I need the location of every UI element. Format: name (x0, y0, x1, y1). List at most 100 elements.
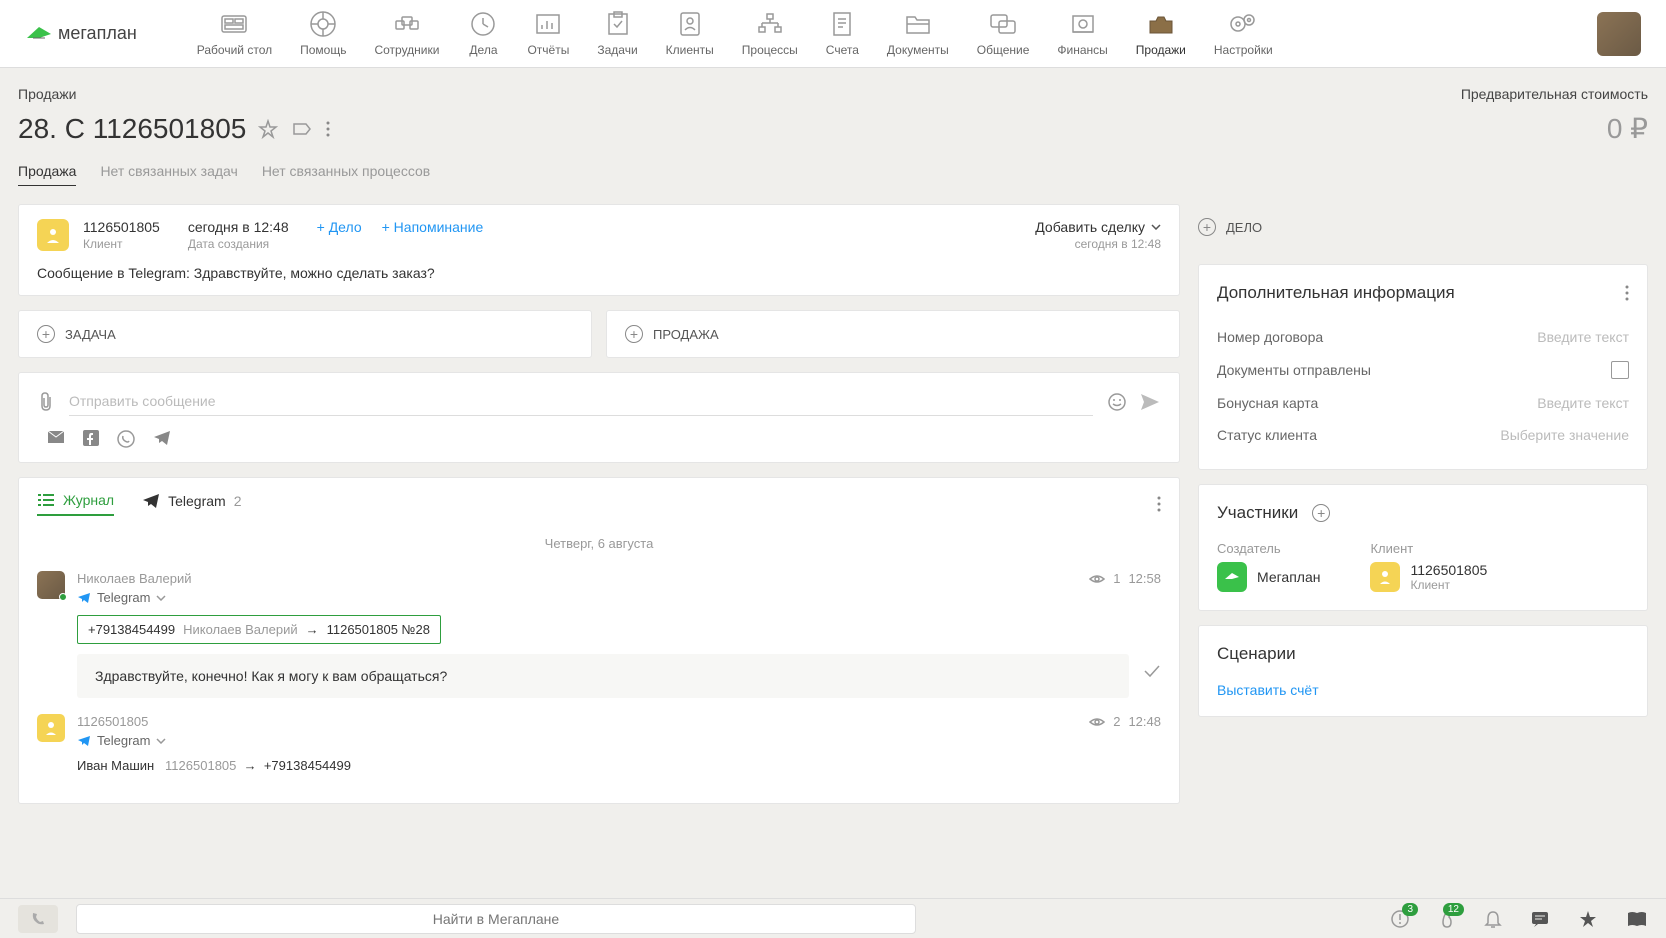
price: 0 ₽ (1607, 112, 1648, 145)
nav: Рабочий стол Помощь Сотрудники Дела Отчё… (197, 10, 1273, 57)
creator-item[interactable]: Мегаплан (1217, 562, 1320, 592)
search-input[interactable] (76, 904, 916, 934)
field-input[interactable]: Введите текст (1537, 395, 1629, 411)
feed-more-icon[interactable] (1157, 495, 1161, 513)
feed-entry: 1126501805 2 12:48 Telegram (37, 714, 1161, 773)
bell-button[interactable] (1484, 909, 1502, 929)
bottom-bar: 3 12 (0, 898, 1666, 938)
user-avatar[interactable] (1597, 12, 1641, 56)
entry-author[interactable]: Николаев Валерий (77, 571, 191, 586)
checkbox[interactable] (1611, 361, 1629, 379)
field-label: Документы отправлены (1217, 362, 1371, 378)
tag-icon[interactable] (292, 121, 312, 137)
add-reminder-link[interactable]: + Напоминание (382, 219, 484, 251)
telegram-icon[interactable] (153, 430, 171, 446)
messages-button[interactable] (1530, 910, 1550, 928)
nav-sales[interactable]: Продажи (1136, 10, 1186, 57)
contact-box: +79138454499 Николаев Валерий → 11265018… (77, 615, 441, 644)
telegram-icon (77, 735, 91, 747)
send-icon[interactable] (1139, 392, 1161, 412)
feed-tab-journal[interactable]: Журнал (37, 492, 114, 516)
contact-line: Иван Машин 1126501805 → +79138454499 (77, 758, 1161, 773)
client-item[interactable]: 1126501805 Клиент (1370, 562, 1487, 592)
nav-clients[interactable]: Клиенты (666, 10, 714, 57)
fire-button[interactable]: 12 (1438, 909, 1456, 929)
scenarios-panel: Сценарии Выставить счёт (1198, 625, 1648, 717)
client-card: 1126501805 Клиент сегодня в 12:48 Дата с… (18, 204, 1180, 296)
more-icon[interactable] (326, 120, 330, 138)
whatsapp-icon[interactable] (117, 430, 135, 448)
tab-sale[interactable]: Продажа (18, 163, 76, 186)
entry-channel[interactable]: Telegram (77, 733, 1161, 748)
creator-avatar-icon (1217, 562, 1247, 592)
add-task-button[interactable]: +ЗАДАЧА (18, 310, 592, 358)
nav-employees[interactable]: Сотрудники (374, 10, 439, 57)
mail-icon[interactable] (47, 430, 65, 444)
compose-input[interactable] (69, 387, 1093, 416)
compose-card (18, 372, 1180, 463)
eye-icon (1089, 716, 1105, 728)
entry-avatar[interactable] (37, 571, 65, 599)
star-button[interactable] (1578, 909, 1598, 929)
date-separator: Четверг, 6 августа (37, 536, 1161, 551)
cost-label: Предварительная стоимость (1461, 86, 1648, 102)
entry-channel[interactable]: Telegram (77, 590, 1161, 605)
page-title: 28. С 1126501805 (18, 113, 246, 145)
add-participant-button[interactable]: + (1312, 504, 1330, 522)
entry-avatar[interactable] (37, 714, 65, 742)
participants-title: Участники (1217, 503, 1298, 523)
nav-processes[interactable]: Процессы (742, 10, 798, 57)
message-bubble: Здравствуйте, конечно! Как я могу к вам … (77, 654, 1129, 698)
alert-button[interactable]: 3 (1390, 909, 1410, 929)
breadcrumb[interactable]: Продажи (18, 86, 76, 102)
top-header: мегаплан Рабочий стол Помощь Сотрудники … (0, 0, 1666, 68)
attachment-icon[interactable] (37, 392, 55, 412)
phone-icon (30, 911, 46, 927)
nav-tasks[interactable]: Задачи (597, 10, 637, 57)
client-avatar-icon (1370, 562, 1400, 592)
field-select[interactable]: Выберите значение (1500, 427, 1629, 443)
add-delo-link[interactable]: + Дело (317, 219, 362, 251)
participants-panel: Участники + Создатель Мегаплан Клиент (1198, 484, 1648, 611)
field-input[interactable]: Введите текст (1537, 329, 1629, 345)
nav-affairs[interactable]: Дела (467, 10, 499, 57)
field-label: Номер договора (1217, 329, 1323, 345)
add-delo-button[interactable]: +ДЕЛО (1198, 204, 1648, 250)
nav-documents[interactable]: Документы (887, 10, 949, 57)
entry-author[interactable]: 1126501805 (77, 714, 148, 729)
phone-button[interactable] (18, 905, 58, 933)
facebook-icon[interactable] (83, 430, 99, 446)
info-title: Дополнительная информация (1217, 283, 1455, 303)
book-button[interactable] (1626, 910, 1648, 928)
star-icon[interactable] (258, 119, 278, 139)
info-panel: Дополнительная информация Номер договора… (1198, 264, 1648, 470)
tab-processes[interactable]: Нет связанных процессов (262, 163, 430, 186)
plus-icon: + (1198, 218, 1216, 236)
chevron-down-icon (156, 738, 166, 744)
client-id[interactable]: 1126501805 (83, 219, 160, 235)
logo-text: мегаплан (58, 23, 137, 44)
nav-settings[interactable]: Настройки (1214, 10, 1273, 57)
nav-desktop[interactable]: Рабочий стол (197, 10, 272, 57)
client-label: Клиент (1370, 541, 1487, 556)
feed-entry: Николаев Валерий 1 12:58 Telegram (37, 571, 1161, 698)
logo[interactable]: мегаплан (25, 23, 137, 44)
issue-invoice-link[interactable]: Выставить счёт (1217, 682, 1319, 698)
nav-finance[interactable]: Финансы (1057, 10, 1107, 57)
created-label: Дата создания (188, 237, 289, 251)
feed-tab-telegram[interactable]: Telegram 2 (142, 493, 241, 515)
tab-tasks[interactable]: Нет связанных задач (100, 163, 237, 186)
nav-chat[interactable]: Общение (977, 10, 1030, 57)
client-badge-icon (37, 219, 69, 251)
breadcrumb-row: Продажи Предварительная стоимость (18, 86, 1648, 102)
eye-icon (1089, 573, 1105, 585)
nav-invoices[interactable]: Счета (826, 10, 859, 57)
nav-reports[interactable]: Отчёты (527, 10, 569, 57)
more-icon[interactable] (1625, 284, 1629, 302)
emoji-icon[interactable] (1107, 392, 1127, 412)
check-icon (1143, 664, 1161, 678)
add-deal-dropdown[interactable]: Добавить сделку сегодня в 12:48 (1035, 219, 1161, 251)
add-sale-button[interactable]: +ПРОДАЖА (606, 310, 1180, 358)
nav-help[interactable]: Помощь (300, 10, 346, 57)
telegram-icon (142, 493, 160, 509)
